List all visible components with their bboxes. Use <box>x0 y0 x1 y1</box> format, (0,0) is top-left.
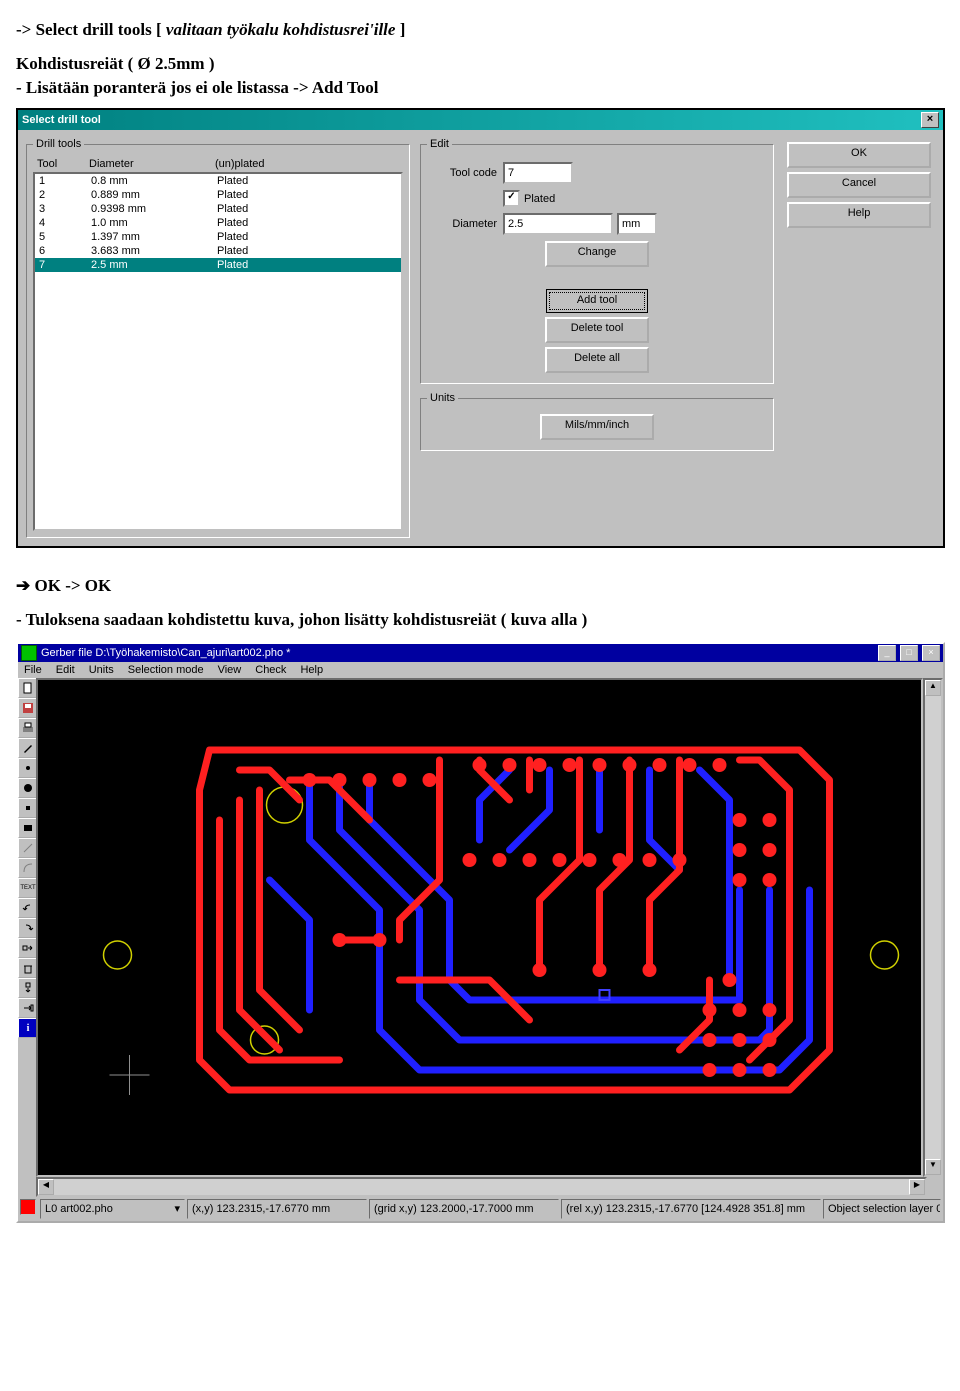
statusbar: L0 art002.pho ▾ (x,y) 123.2315,-17.6770 … <box>18 1197 943 1221</box>
move-v-icon[interactable] <box>18 978 38 998</box>
arrow-right-icon[interactable] <box>18 998 38 1018</box>
vertical-scrollbar[interactable]: ▲ ▼ <box>923 678 943 1177</box>
print-icon[interactable] <box>18 718 38 738</box>
minimize-icon[interactable]: _ <box>878 645 896 661</box>
move-h-icon[interactable] <box>18 938 38 958</box>
delete-all-button[interactable]: Delete all <box>545 347 649 373</box>
menu-check[interactable]: Check <box>255 664 286 676</box>
diameter-label: Diameter <box>427 218 503 230</box>
app-icon <box>21 645 37 661</box>
small-circle-icon[interactable] <box>18 758 38 778</box>
new-file-icon[interactable] <box>18 678 38 698</box>
cancel-button[interactable]: Cancel <box>787 172 931 198</box>
text-tool-icon[interactable]: TEXT <box>18 878 38 898</box>
dropdown-icon[interactable]: ▾ <box>174 1201 180 1217</box>
edit-legend: Edit <box>427 138 452 150</box>
pcb-canvas[interactable] <box>36 678 923 1177</box>
list-item[interactable]: 20.889 mmPlated <box>35 188 401 202</box>
scroll-up-icon[interactable]: ▲ <box>925 680 941 696</box>
units-group: Units Mils/mm/inch <box>420 392 774 451</box>
list-item[interactable]: 41.0 mmPlated <box>35 216 401 230</box>
dialog-titlebar: Select drill tool × <box>18 110 943 130</box>
change-button[interactable]: Change <box>545 241 649 267</box>
list-header: Tool Diameter (un)plated <box>33 156 403 172</box>
doc-arrow: ➔ OK -> OK <box>16 576 944 596</box>
plated-checkbox[interactable]: ✓ Plated <box>503 190 767 207</box>
list-item[interactable]: 10.8 mmPlated <box>35 174 401 188</box>
gerber-titlebar: Gerber file D:\Työhakemisto\Can_ajuri\ar… <box>18 644 943 662</box>
status-rel: (rel x,y) 123.2315,-17.6770 [124.4928 35… <box>561 1199 821 1219</box>
small-rect-icon[interactable] <box>18 798 38 818</box>
status-layer[interactable]: L0 art002.pho ▾ <box>40 1199 185 1219</box>
large-rect-icon[interactable] <box>18 818 38 838</box>
check-icon: ✓ <box>503 190 520 207</box>
select-drill-tool-dialog: Select drill tool × Drill tools Tool Dia… <box>16 108 945 548</box>
status-xy: (x,y) 123.2315,-17.6770 mm <box>187 1199 367 1219</box>
add-tool-button[interactable]: Add tool <box>546 289 648 313</box>
diameter-input[interactable]: 2.5 <box>503 213 613 235</box>
layer-color-swatch[interactable] <box>20 1199 36 1215</box>
doc-line-2: Kohdistusreiät ( Ø 2.5mm ) <box>16 54 944 74</box>
status-selection: Object selection layer 0 <box>823 1199 941 1219</box>
plated-label: Plated <box>524 193 555 205</box>
units-legend: Units <box>427 392 458 404</box>
menubar: File Edit Units Selection mode View Chec… <box>18 662 943 678</box>
menu-view[interactable]: View <box>218 664 242 676</box>
doc-line-3: - Lisätään poranterä jos ei ole listassa… <box>16 78 944 98</box>
ok-button[interactable]: OK <box>787 142 931 168</box>
tool-listbox[interactable]: 10.8 mmPlated 20.889 mmPlated 30.9398 mm… <box>33 172 403 531</box>
edit-group: Edit Tool code 7 ✓ Plated Diameter 2.5 m… <box>420 138 774 384</box>
help-button[interactable]: Help <box>787 202 931 228</box>
units-button[interactable]: Mils/mm/inch <box>540 414 654 440</box>
scroll-down-icon[interactable]: ▼ <box>925 1159 941 1175</box>
menu-selection-mode[interactable]: Selection mode <box>128 664 204 676</box>
vertical-toolbar: TEXT i <box>18 678 36 1177</box>
list-item[interactable]: 51.397 mmPlated <box>35 230 401 244</box>
pen-icon[interactable] <box>18 738 38 758</box>
scroll-left-icon[interactable]: ◀ <box>38 1179 54 1195</box>
diameter-unit[interactable]: mm <box>617 213 657 235</box>
drill-tools-group: Drill tools Tool Diameter (un)plated 10.… <box>26 138 410 538</box>
menu-edit[interactable]: Edit <box>56 664 75 676</box>
trash-icon[interactable] <box>18 958 38 978</box>
undo-icon[interactable] <box>18 898 38 918</box>
delete-tool-button[interactable]: Delete tool <box>545 317 649 343</box>
tool-code-input[interactable]: 7 <box>503 162 573 184</box>
gerber-title: Gerber file D:\Työhakemisto\Can_ajuri\ar… <box>41 647 290 659</box>
scroll-right-icon[interactable]: ▶ <box>909 1179 925 1195</box>
tool-code-label: Tool code <box>427 167 503 179</box>
menu-help[interactable]: Help <box>300 664 323 676</box>
drill-tools-legend: Drill tools <box>33 138 84 150</box>
list-item-selected[interactable]: 72.5 mmPlated <box>35 258 401 272</box>
dialog-title: Select drill tool <box>22 114 101 126</box>
horizontal-scrollbar[interactable]: ◀ ▶ <box>36 1177 927 1197</box>
close-icon[interactable]: × <box>921 112 939 128</box>
gerber-viewer-window: Gerber file D:\Työhakemisto\Can_ajuri\ar… <box>16 642 945 1223</box>
doc-line-1: -> Select drill tools [ valitaan työkalu… <box>16 20 944 40</box>
save-icon[interactable] <box>18 698 38 718</box>
line-icon[interactable] <box>18 838 38 858</box>
menu-units[interactable]: Units <box>89 664 114 676</box>
status-grid: (grid x,y) 123.2000,-17.7000 mm <box>369 1199 559 1219</box>
pcb-drawing <box>38 680 921 1175</box>
menu-file[interactable]: File <box>24 664 42 676</box>
arc-icon[interactable] <box>18 858 38 878</box>
list-item[interactable]: 30.9398 mmPlated <box>35 202 401 216</box>
maximize-icon[interactable]: □ <box>900 645 918 661</box>
close-icon[interactable]: × <box>922 645 940 661</box>
doc-line-4: - Tuloksena saadaan kohdistettu kuva, jo… <box>16 610 944 630</box>
list-item[interactable]: 63.683 mmPlated <box>35 244 401 258</box>
info-icon[interactable]: i <box>18 1018 38 1038</box>
redo-icon[interactable] <box>18 918 38 938</box>
large-circle-icon[interactable] <box>18 778 38 798</box>
